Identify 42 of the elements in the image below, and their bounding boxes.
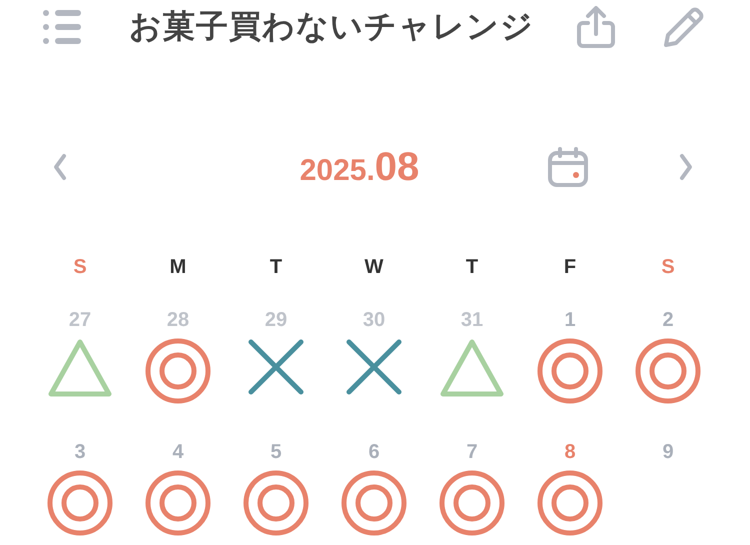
- weekday-label: T: [270, 256, 282, 279]
- calendar-icon[interactable]: [547, 146, 589, 188]
- day-number[interactable]: 3: [74, 440, 86, 464]
- day-number[interactable]: 30: [362, 308, 386, 332]
- chevron-left-icon[interactable]: [53, 153, 67, 181]
- day-number[interactable]: 29: [264, 308, 288, 332]
- weekday-label: W: [364, 256, 384, 279]
- day-number[interactable]: 6: [368, 440, 380, 464]
- share-icon[interactable]: [576, 6, 616, 48]
- double-circle-icon: [439, 470, 505, 536]
- double-circle-icon: [243, 470, 309, 536]
- double-circle-icon: [537, 470, 603, 536]
- weekday-label: M: [170, 256, 186, 279]
- day-number[interactable]: 1: [564, 308, 576, 332]
- day-number[interactable]: 4: [172, 440, 184, 464]
- month-title: 2025.08: [300, 144, 420, 190]
- day-number[interactable]: 28: [166, 308, 190, 332]
- day-number[interactable]: 31: [460, 308, 484, 332]
- chevron-right-icon[interactable]: [679, 153, 693, 181]
- double-circle-icon: [635, 338, 701, 404]
- day-number[interactable]: 5: [270, 440, 282, 464]
- app-title: お菓子買わないチャレンジ: [129, 6, 534, 47]
- double-circle-icon: [537, 338, 603, 404]
- cross-mark-icon: [345, 338, 403, 396]
- day-number[interactable]: 8: [564, 440, 576, 464]
- triangle-icon: [47, 338, 113, 398]
- double-circle-icon: [341, 470, 407, 536]
- weekday-label: F: [564, 256, 576, 279]
- double-circle-icon: [145, 470, 211, 536]
- weekday-label: S: [73, 256, 87, 279]
- triangle-icon: [439, 338, 505, 398]
- day-number[interactable]: 7: [466, 440, 478, 464]
- double-circle-icon: [145, 338, 211, 404]
- day-number[interactable]: 2: [662, 308, 674, 332]
- cross-mark-icon: [247, 338, 305, 396]
- double-circle-icon: [47, 470, 113, 536]
- pencil-icon[interactable]: [662, 5, 706, 49]
- weekday-label: T: [466, 256, 478, 279]
- menu-icon[interactable]: [41, 7, 83, 47]
- weekday-label: S: [661, 256, 675, 279]
- day-number[interactable]: 9: [662, 440, 674, 464]
- day-number[interactable]: 27: [68, 308, 92, 332]
